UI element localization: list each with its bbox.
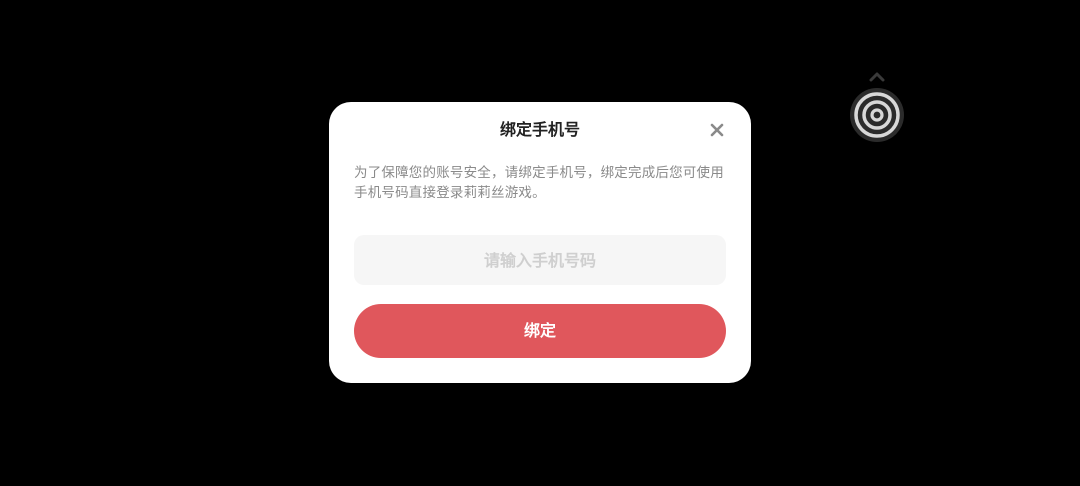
close-button[interactable] — [707, 120, 727, 140]
close-icon — [710, 123, 724, 137]
game-screen: 绑定手机号 为了保障您的账号安全，请绑定手机号，绑定完成后您可使用手机号码直接登… — [0, 0, 1080, 486]
floating-ball-button[interactable] — [850, 88, 904, 142]
phone-number-input[interactable] — [354, 235, 726, 285]
dialog-title: 绑定手机号 — [499, 120, 580, 139]
bind-button[interactable]: 绑定 — [354, 304, 726, 358]
bind-phone-dialog: 绑定手机号 为了保障您的账号安全，请绑定手机号，绑定完成后您可使用手机号码直接登… — [329, 102, 751, 383]
floating-assistant-widget — [849, 70, 905, 144]
target-icon — [850, 88, 904, 142]
chevron-up-icon[interactable] — [868, 70, 886, 82]
dialog-description: 为了保障您的账号安全，请绑定手机号，绑定完成后您可使用手机号码直接登录莉莉丝游戏… — [354, 165, 724, 201]
